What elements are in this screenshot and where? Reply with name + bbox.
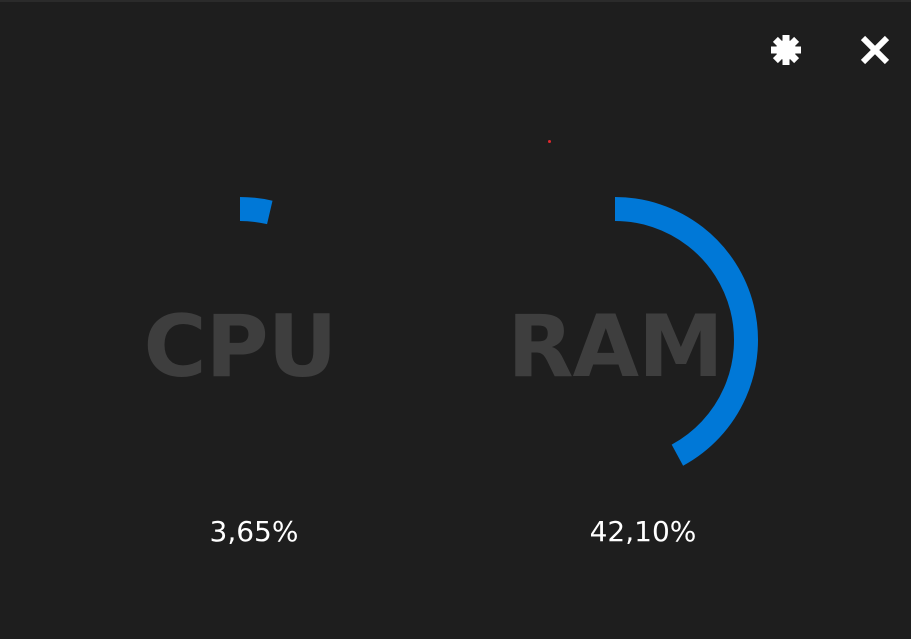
cpu-label: CPU	[143, 297, 338, 397]
status-dot	[548, 140, 551, 143]
monitor-window: CPU RAM 3,65% 42,10%	[0, 0, 911, 639]
ram-value: 42,10%	[589, 515, 697, 548]
ram-label: RAM	[507, 297, 723, 397]
gear-icon	[771, 35, 801, 65]
close-button[interactable]	[855, 30, 895, 70]
settings-button[interactable]	[766, 30, 806, 70]
close-icon	[860, 35, 890, 65]
ram-gauge: RAM	[465, 190, 765, 490]
cpu-value: 3,65%	[209, 515, 299, 548]
cpu-usage-arc	[239, 197, 273, 225]
window-top-edge	[0, 0, 911, 2]
cpu-gauge: CPU	[90, 190, 390, 490]
